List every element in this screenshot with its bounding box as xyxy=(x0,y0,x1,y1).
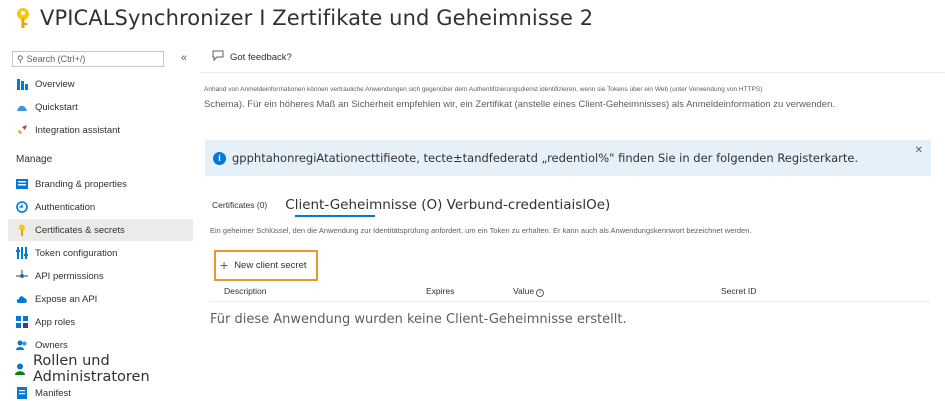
roles-icon xyxy=(14,363,26,375)
sidebar-item-quickstart[interactable]: Quickstart xyxy=(8,96,193,118)
sidebar-item-label: Token configuration xyxy=(35,247,118,259)
sidebar-item-roles-administrators[interactable]: Rollen und Administratoren xyxy=(8,353,193,385)
new-client-secret-button[interactable]: + New client secret xyxy=(214,250,318,281)
sidebar-item-expose-an-api[interactable]: Expose an API xyxy=(8,288,193,310)
info-icon: i xyxy=(213,151,226,165)
token-icon xyxy=(16,247,28,259)
tab-bar: Certificates (0) Client-Geheimnisse (O) … xyxy=(212,194,610,216)
column-header-value-label: Value xyxy=(513,286,535,296)
sidebar-item-authentication[interactable]: Authentication xyxy=(8,196,193,218)
empty-state-message: Für diese Anwendung wurden keine Client-… xyxy=(210,312,627,327)
sidebar-item-label: API permissions xyxy=(35,270,104,282)
key-icon xyxy=(16,224,28,236)
tab-client-secrets[interactable]: Client-Geheimnisse (O) Verbund-credentia… xyxy=(285,197,610,216)
sidebar-item-token-configuration[interactable]: Token configuration xyxy=(8,242,193,264)
feedback-label: Got feedback? xyxy=(230,51,292,63)
main-content: Got feedback? Anhand von Anmeldeinformat… xyxy=(200,42,945,401)
overview-icon xyxy=(16,78,28,90)
sidebar-item-overview[interactable]: Overview xyxy=(8,73,193,95)
feedback-button[interactable]: Got feedback? xyxy=(212,50,292,64)
tab-certificates[interactable]: Certificates (0) xyxy=(212,200,267,216)
sidebar-item-label: App roles xyxy=(35,316,76,328)
branding-icon xyxy=(16,178,28,190)
description-line-2: Schema). Für ein höheres Maß an Sicherhe… xyxy=(204,99,835,110)
new-client-secret-label: New client secret xyxy=(234,260,307,271)
search-input[interactable]: ⚲ Search (Ctrl+/) xyxy=(12,51,164,67)
sidebar-item-certificates-secrets[interactable]: Certificates & secrets xyxy=(8,219,193,241)
app-roles-icon xyxy=(16,316,28,328)
sidebar-item-label: Certificates & secrets xyxy=(35,224,125,236)
sidebar-item-api-permissions[interactable]: API permissions xyxy=(8,265,193,287)
search-icon: ⚲ xyxy=(17,53,24,64)
plus-icon: + xyxy=(220,256,229,273)
key-icon xyxy=(14,6,32,30)
sidebar-item-app-roles[interactable]: App roles xyxy=(8,311,193,333)
info-banner: i gpphtahonregiAtationecttifieote, tecte… xyxy=(205,140,931,176)
toolbar-divider xyxy=(200,72,945,73)
column-header-secret-id[interactable]: Secret ID xyxy=(721,286,756,296)
feedback-icon xyxy=(212,50,224,64)
sidebar-item-label: Manifest xyxy=(35,387,71,399)
column-header-value[interactable]: Value i xyxy=(513,286,545,297)
sidebar-item-label: Branding & properties xyxy=(35,178,127,190)
sidebar-item-integration-assistant[interactable]: Integration assistant xyxy=(8,119,193,141)
secrets-table-header: Description Expires Value i Secret ID xyxy=(210,286,930,302)
sidebar-item-label: Rollen und Administratoren xyxy=(33,353,150,385)
search-placeholder: Search (Ctrl+/) xyxy=(26,54,86,64)
rocket-icon xyxy=(16,124,28,136)
sidebar-section-manage: Manage xyxy=(16,154,53,165)
api-permissions-icon xyxy=(16,270,28,282)
authentication-icon xyxy=(16,201,28,213)
active-tab-indicator xyxy=(295,215,375,217)
quickstart-icon xyxy=(16,101,28,113)
sidebar-item-label: Authentication xyxy=(35,201,96,213)
sidebar-item-label: Expose an API xyxy=(35,293,98,305)
info-icon[interactable]: i xyxy=(536,289,545,297)
column-header-expires[interactable]: Expires xyxy=(426,286,454,296)
page-title: VPICALSynchronizer I Zertifikate und Geh… xyxy=(40,6,594,30)
info-banner-text: gpphtahonregiAtationecttifieote, tecte±t… xyxy=(232,151,859,165)
sidebar: ⚲ Search (Ctrl+/) « Overview Quickstart … xyxy=(8,46,193,401)
close-icon[interactable]: ✕ xyxy=(915,145,923,156)
collapse-sidebar-button[interactable]: « xyxy=(181,52,187,64)
sidebar-item-label: Overview xyxy=(35,78,75,90)
manifest-icon xyxy=(16,387,28,399)
tab-description: Ein geheimer Schlüssel, den die Anwendun… xyxy=(210,226,752,235)
sidebar-item-label: Integration assistant xyxy=(35,124,121,136)
page-header: VPICALSynchronizer I Zertifikate und Geh… xyxy=(14,4,593,32)
sidebar-item-manifest[interactable]: Manifest xyxy=(8,382,193,401)
cloud-icon xyxy=(16,293,28,305)
sidebar-item-label: Owners xyxy=(35,339,68,351)
description-line-1: Anhand von Anmeldeinformationen können v… xyxy=(204,86,763,93)
sidebar-item-label: Quickstart xyxy=(35,101,78,113)
column-header-description[interactable]: Description xyxy=(224,286,267,296)
search-row: ⚲ Search (Ctrl+/) « xyxy=(12,50,192,68)
sidebar-item-branding[interactable]: Branding & properties xyxy=(8,173,193,195)
owners-icon xyxy=(16,339,28,351)
